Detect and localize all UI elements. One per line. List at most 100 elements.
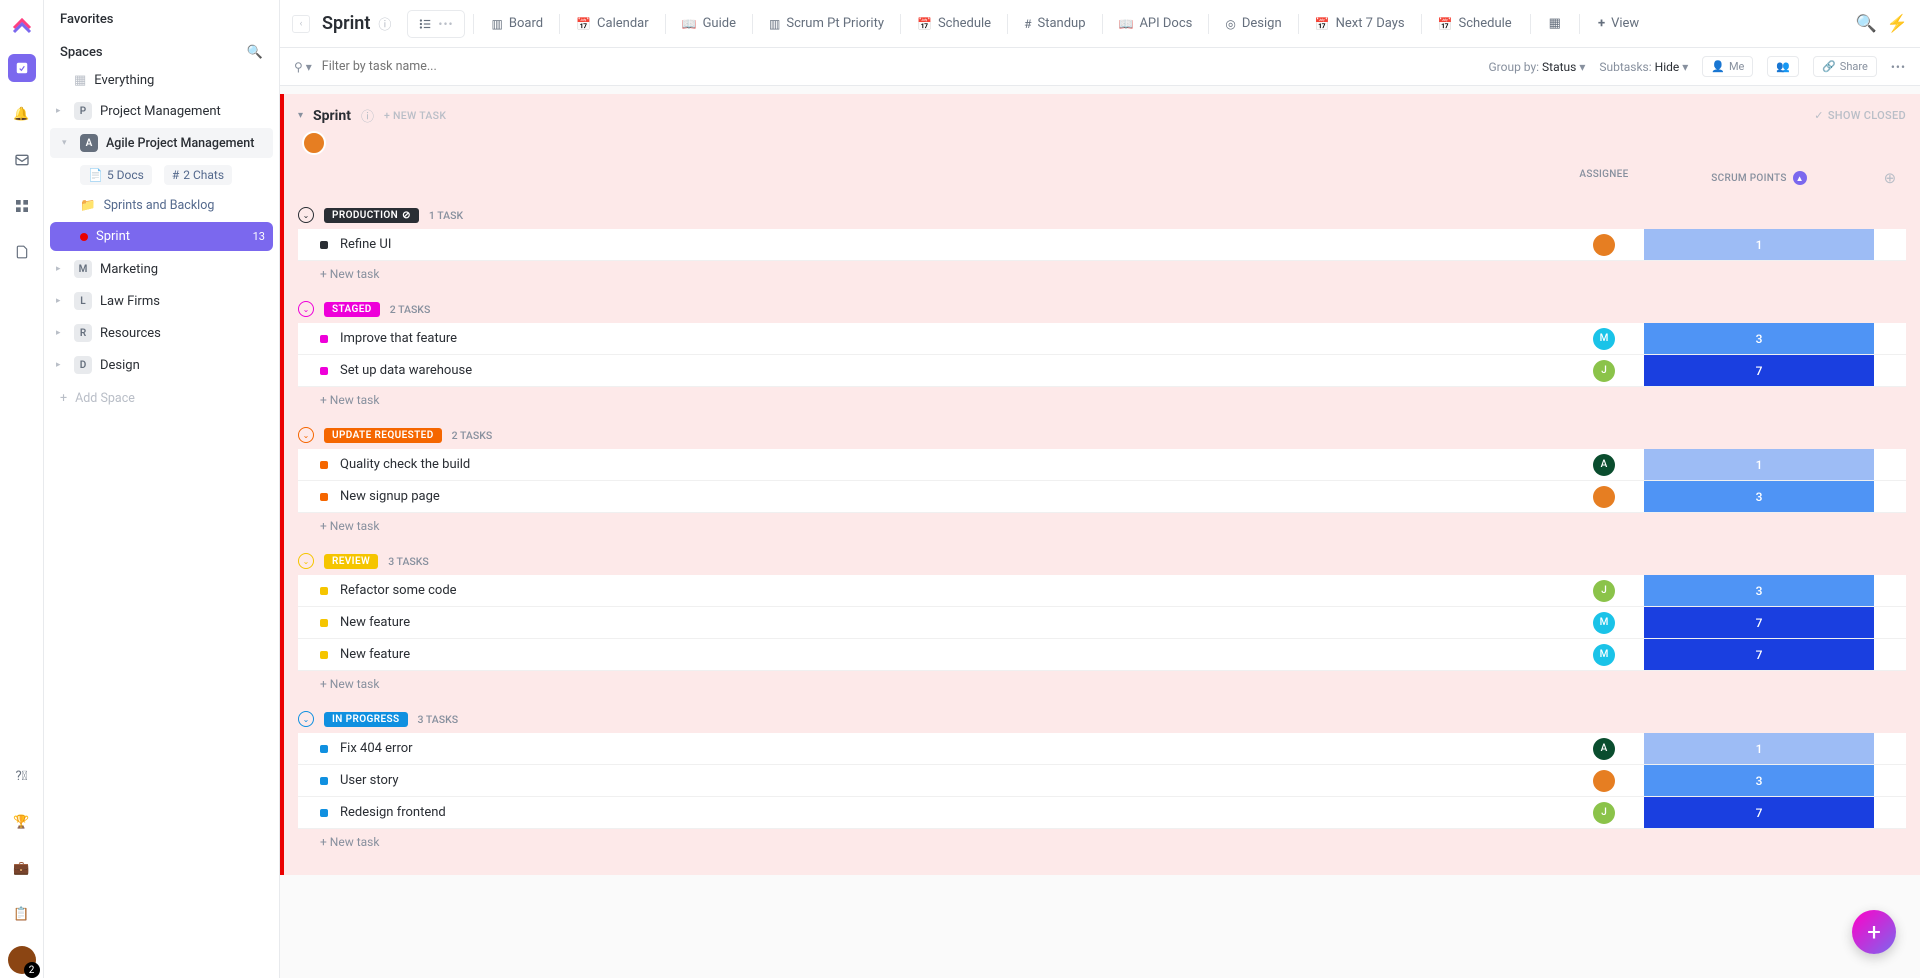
task-row[interactable]: New feature M 7	[298, 607, 1906, 639]
new-task-button[interactable]: + New task	[298, 671, 1906, 697]
view-tab-scrum-pt-priority[interactable]: ▥Scrum Pt Priority	[759, 10, 894, 37]
task-row[interactable]: New signup page 3	[298, 481, 1906, 513]
points-cell[interactable]: 1	[1644, 733, 1874, 764]
assignee-cell[interactable]	[1564, 770, 1644, 792]
task-row[interactable]: User story 3	[298, 765, 1906, 797]
col-assignee[interactable]: ASSIGNEE	[1564, 169, 1644, 187]
list-sprint[interactable]: Sprint 13	[50, 222, 273, 251]
view-tab-schedule[interactable]: 📅Schedule	[1428, 10, 1522, 37]
view-tab-api-docs[interactable]: 📖API Docs	[1109, 10, 1203, 37]
collapse-icon[interactable]: ⌄	[298, 301, 314, 317]
task-row[interactable]: Fix 404 error A 1	[298, 733, 1906, 765]
assignee-avatar[interactable]: J	[1593, 360, 1615, 382]
view-tab-board[interactable]: ▥Board	[482, 10, 554, 37]
assignees-button[interactable]: 👥	[1767, 56, 1799, 77]
view-tab-schedule[interactable]: 📅Schedule	[907, 10, 1001, 37]
group-by-selector[interactable]: Group by: Status ▾	[1488, 60, 1585, 74]
view-tab-list[interactable]: •••	[407, 10, 464, 38]
space-resources[interactable]: ▸ R Resources	[44, 317, 279, 349]
new-task-button[interactable]: + New task	[298, 513, 1906, 539]
trophy-icon[interactable]: 🏆	[8, 808, 36, 836]
collapse-sidebar-button[interactable]: ‹	[292, 15, 310, 33]
search-icon[interactable]: 🔍	[247, 45, 263, 60]
user-avatar[interactable]: 2	[8, 946, 36, 974]
status-label[interactable]: PRODUCTION ⊘	[324, 208, 419, 223]
assignee-avatar[interactable]	[1593, 486, 1615, 508]
status-label[interactable]: REVIEW	[324, 554, 378, 569]
assignee-avatar[interactable]: M	[1593, 644, 1615, 666]
status-label[interactable]: STAGED	[324, 302, 380, 317]
assignee-cell[interactable]	[1564, 234, 1644, 256]
help-icon[interactable]: ?⃝	[8, 762, 36, 790]
assignee-avatar[interactable]	[1593, 234, 1615, 256]
show-closed-button[interactable]: ✓SHOW CLOSED	[1814, 109, 1906, 122]
view-switcher-button[interactable]: ▦	[1539, 10, 1571, 37]
task-row[interactable]: Refine UI 1	[298, 229, 1906, 261]
assignee-avatar[interactable]: J	[1593, 802, 1615, 824]
add-column-button[interactable]: ⊕	[1874, 169, 1906, 187]
docs-chip[interactable]: 📄5 Docs	[80, 165, 152, 185]
search-icon[interactable]: 🔍	[1856, 14, 1877, 34]
collapse-icon[interactable]: ⌄	[298, 207, 314, 223]
new-task-button[interactable]: + New task	[298, 387, 1906, 413]
add-space-button[interactable]: + Add Space	[44, 381, 279, 416]
apps-icon[interactable]	[8, 192, 36, 220]
col-points[interactable]: SCRUM POINTS▲	[1644, 169, 1874, 187]
collapse-icon[interactable]: ⌄	[298, 427, 314, 443]
task-row[interactable]: Set up data warehouse J 7	[298, 355, 1906, 387]
assignee-cell[interactable]: M	[1564, 612, 1644, 634]
automations-icon[interactable]: ⚡	[1887, 14, 1908, 34]
info-icon[interactable]: ⓘ	[378, 14, 391, 33]
inbox-icon[interactable]	[8, 146, 36, 174]
assignee-avatar[interactable]: M	[1593, 612, 1615, 634]
quick-create-fab[interactable]: +	[1852, 910, 1896, 954]
new-task-button[interactable]: + New task	[298, 261, 1906, 287]
home-icon[interactable]	[8, 54, 36, 82]
points-cell[interactable]: 3	[1644, 575, 1874, 606]
points-cell[interactable]: 7	[1644, 639, 1874, 670]
points-cell[interactable]: 1	[1644, 449, 1874, 480]
assignee-avatar[interactable]	[1593, 770, 1615, 792]
points-cell[interactable]: 7	[1644, 607, 1874, 638]
task-row[interactable]: Redesign frontend J 7	[298, 797, 1906, 829]
view-tab-guide[interactable]: 📖Guide	[672, 10, 746, 37]
assignee-cell[interactable]: J	[1564, 360, 1644, 382]
filter-icon[interactable]: ⚲ ▾	[294, 60, 312, 74]
subtasks-selector[interactable]: Subtasks: Hide ▾	[1599, 60, 1688, 74]
chats-chip[interactable]: #2 Chats	[164, 165, 232, 185]
view-tab-standup[interactable]: #Standup	[1014, 10, 1095, 37]
more-icon[interactable]: •••	[1891, 60, 1906, 74]
favorites-header[interactable]: Favorites	[44, 0, 279, 33]
task-row[interactable]: Improve that feature M 3	[298, 323, 1906, 355]
collapse-icon[interactable]: ⌄	[298, 553, 314, 569]
notifications-icon[interactable]: 🔔	[8, 100, 36, 128]
share-button[interactable]: 🔗Share	[1813, 56, 1877, 77]
new-task-button[interactable]: + New task	[298, 829, 1906, 855]
points-cell[interactable]: 1	[1644, 229, 1874, 260]
everything-item[interactable]: ▦ Everything	[44, 66, 279, 95]
space-project-management[interactable]: ▸ P Project Management	[44, 95, 279, 127]
clipboard-icon[interactable]: 📋	[8, 900, 36, 928]
app-logo[interactable]	[10, 12, 34, 36]
points-cell[interactable]: 7	[1644, 355, 1874, 386]
assignee-avatar[interactable]: J	[1593, 580, 1615, 602]
assignee-cell[interactable]: J	[1564, 802, 1644, 824]
space-agile[interactable]: ▾ A Agile Project Management	[50, 128, 273, 158]
sprint-owner-avatar[interactable]	[302, 131, 326, 155]
points-cell[interactable]: 7	[1644, 797, 1874, 828]
assignee-cell[interactable]: M	[1564, 644, 1644, 666]
task-row[interactable]: New feature M 7	[298, 639, 1906, 671]
me-filter-button[interactable]: 👤Me	[1702, 56, 1753, 77]
assignee-avatar[interactable]: A	[1593, 454, 1615, 476]
folder-sprints-backlog[interactable]: 📁 Sprints and Backlog	[44, 191, 279, 220]
points-cell[interactable]: 3	[1644, 481, 1874, 512]
info-icon[interactable]: ⓘ	[361, 106, 374, 125]
space-marketing[interactable]: ▸ M Marketing	[44, 253, 279, 285]
status-label[interactable]: IN PROGRESS	[324, 712, 408, 727]
task-row[interactable]: Refactor some code J 3	[298, 575, 1906, 607]
assignee-cell[interactable]: A	[1564, 738, 1644, 760]
task-row[interactable]: Quality check the build A 1	[298, 449, 1906, 481]
view-tab-next-7-days[interactable]: 📅Next 7 Days	[1305, 10, 1415, 37]
assignee-cell[interactable]	[1564, 486, 1644, 508]
new-task-button[interactable]: + NEW TASK	[384, 109, 446, 122]
